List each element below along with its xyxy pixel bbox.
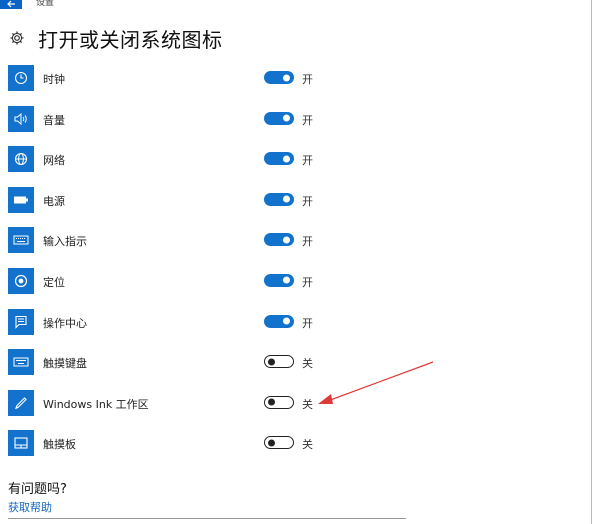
touch-keyboard-toggle[interactable] (264, 355, 294, 369)
toggle-state: 开 (302, 194, 313, 208)
setting-label: 时钟 (43, 73, 65, 86)
action-center-icon (8, 308, 34, 335)
volume-toggle[interactable] (264, 111, 294, 125)
back-arrow-icon (7, 0, 15, 8)
battery-icon (8, 186, 34, 213)
toggle-state: 开 (302, 235, 313, 249)
toggle-state: 开 (302, 316, 313, 330)
location-toggle[interactable] (264, 273, 294, 287)
keyboard-icon (8, 227, 34, 254)
setting-label: Windows Ink 工作区 (43, 397, 149, 411)
toggle-state: 开 (302, 113, 313, 127)
toggle-state: 关 (302, 357, 313, 371)
touch-keyboard-icon (8, 349, 34, 376)
setting-row-touchpad: 触摸板 关 (8, 427, 338, 468)
title-bar: 设置 (0, 0, 598, 14)
gear-icon (8, 29, 26, 47)
setting-row-touch-keyboard: 触摸键盘 关 (8, 346, 338, 387)
windows-ink-toggle[interactable] (264, 395, 294, 409)
setting-label: 操作中心 (43, 316, 87, 330)
power-toggle[interactable] (264, 192, 294, 206)
window-title: 设置 (36, 0, 55, 7)
setting-label: 触摸键盘 (43, 357, 87, 371)
setting-label: 音量 (43, 113, 65, 127)
toggle-state: 关 (302, 397, 313, 411)
input-indicator-toggle[interactable] (264, 233, 294, 247)
setting-row-clock: 时钟 开 (8, 62, 338, 103)
setting-label: 定位 (43, 275, 65, 289)
get-help-link[interactable]: 获取帮助 (8, 499, 52, 515)
toggle-state: 开 (302, 73, 313, 86)
setting-label: 电源 (43, 194, 65, 208)
volume-icon (8, 105, 34, 132)
touchpad-toggle[interactable] (264, 436, 294, 450)
network-icon (8, 146, 34, 173)
setting-row-location: 定位 开 (8, 265, 338, 306)
clock-toggle[interactable] (264, 71, 294, 84)
setting-label: 输入指示 (43, 235, 87, 249)
toggle-state: 开 (302, 154, 313, 168)
toggle-state: 开 (302, 275, 313, 289)
back-button[interactable] (0, 0, 22, 9)
setting-label: 网络 (43, 154, 65, 168)
toggle-state: 关 (302, 438, 313, 452)
setting-row-volume: 音量 开 (8, 103, 338, 144)
setting-row-input-indicator: 输入指示 开 (8, 224, 338, 265)
setting-label: 触摸板 (43, 438, 76, 452)
location-icon (8, 267, 34, 294)
action-center-toggle[interactable] (264, 314, 294, 328)
clock-icon (8, 65, 34, 91)
setting-row-windows-ink: Windows Ink 工作区 关 (8, 387, 338, 428)
pen-icon (8, 389, 34, 416)
divider (8, 518, 406, 519)
page-header: 打开或关闭系统图标 (8, 24, 223, 52)
setting-row-action-center: 操作中心 开 (8, 306, 338, 347)
help-question: 有问题吗? (8, 482, 67, 497)
system-icons-list: 时钟 开 音量 开 网络 开 电源 开 输入指示 开 定位 开 操作中心 开 触… (8, 62, 338, 468)
touchpad-icon (8, 430, 34, 457)
page-title: 打开或关闭系统图标 (38, 27, 223, 52)
setting-row-network: 网络 开 (8, 143, 338, 184)
network-toggle[interactable] (264, 152, 294, 166)
setting-row-power: 电源 开 (8, 184, 338, 225)
window-edge (591, 0, 592, 524)
